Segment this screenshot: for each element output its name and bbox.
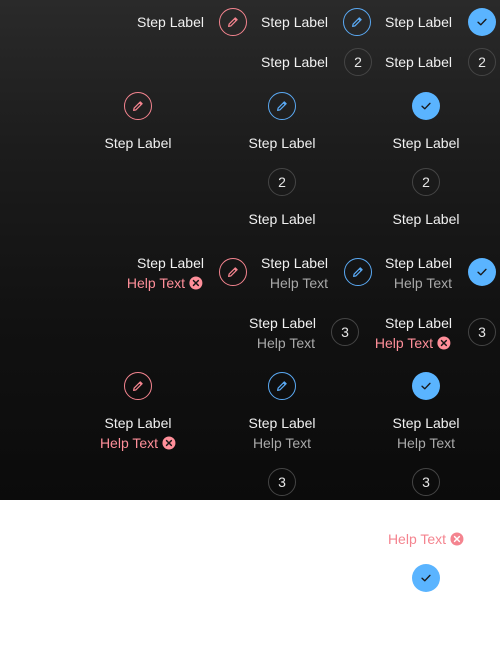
step-label: Step Label: [137, 14, 204, 30]
help-text: Help Text: [396, 435, 456, 451]
step-complete-icon[interactable]: [412, 564, 440, 592]
step-label: Step Label: [385, 14, 452, 30]
step-number-badge[interactable]: 2: [268, 168, 296, 196]
help-text-error: Help Text: [100, 434, 176, 452]
check-icon: [421, 574, 431, 582]
help-text-error: Help Text: [375, 334, 451, 352]
step-number-badge[interactable]: 2: [468, 48, 496, 76]
pencil-icon: [133, 101, 143, 111]
help-text-label: Help Text: [387, 531, 447, 547]
step-edit-error-icon[interactable]: [219, 8, 247, 36]
error-x-icon: [189, 276, 203, 290]
help-text-label: Help Text: [374, 335, 433, 351]
step-number-badge[interactable]: 2: [344, 48, 372, 76]
help-text-error: Help Text: [388, 530, 464, 548]
step-complete-icon[interactable]: [412, 372, 440, 400]
step-edit-error-icon[interactable]: [219, 258, 247, 286]
help-text-label: Help Text: [99, 435, 159, 451]
step-label: Step Label: [248, 415, 316, 431]
step-label: Step Label: [261, 14, 328, 30]
help-text-error: Help Text: [127, 274, 203, 292]
step-label: Step Label: [249, 315, 316, 331]
pencil-icon: [228, 17, 238, 27]
pencil-icon: [133, 381, 143, 391]
step-label: Step Label: [392, 415, 460, 431]
step-label: Step Label: [248, 135, 316, 151]
pencil-icon: [228, 267, 238, 277]
help-text: Help Text: [269, 275, 328, 291]
step-label: Step Label: [392, 135, 460, 151]
step-number-badge[interactable]: 3: [331, 318, 359, 346]
help-text-label: Help Text: [126, 275, 185, 291]
step-complete-icon[interactable]: [468, 8, 496, 36]
check-icon: [421, 382, 431, 390]
step-label: Step Label: [385, 54, 452, 70]
step-label: Step Label: [385, 315, 452, 331]
pencil-icon: [353, 267, 363, 277]
step-label: Step Label: [261, 255, 328, 271]
help-text: Help Text: [393, 275, 452, 291]
step-complete-icon[interactable]: [412, 92, 440, 120]
step-complete-icon[interactable]: [468, 258, 496, 286]
step-edit-icon[interactable]: [268, 92, 296, 120]
step-edit-icon[interactable]: [344, 258, 372, 286]
step-number-badge[interactable]: 3: [412, 468, 440, 496]
check-icon: [477, 18, 487, 26]
help-text: Help Text: [256, 335, 315, 351]
step-edit-icon[interactable]: [343, 8, 371, 36]
pencil-icon: [277, 101, 287, 111]
step-edit-error-icon[interactable]: [124, 92, 152, 120]
error-x-icon: [437, 336, 451, 350]
error-x-icon: [450, 532, 464, 546]
step-label: Step Label: [104, 415, 172, 431]
help-text: Help Text: [252, 435, 312, 451]
pencil-icon: [277, 381, 287, 391]
step-edit-icon[interactable]: [268, 372, 296, 400]
step-label: Step Label: [392, 211, 460, 227]
step-number-badge[interactable]: 3: [468, 318, 496, 346]
step-number-badge[interactable]: 3: [268, 468, 296, 496]
check-icon: [477, 268, 487, 276]
error-x-icon: [162, 436, 176, 450]
pencil-icon: [352, 17, 362, 27]
step-label: Step Label: [248, 211, 316, 227]
step-label: Step Label: [137, 255, 204, 271]
step-number-badge[interactable]: 2: [412, 168, 440, 196]
check-icon: [421, 102, 431, 110]
step-label: Step Label: [385, 255, 452, 271]
step-label: Step Label: [261, 54, 328, 70]
step-label: Step Label: [104, 135, 172, 151]
step-edit-error-icon[interactable]: [124, 372, 152, 400]
